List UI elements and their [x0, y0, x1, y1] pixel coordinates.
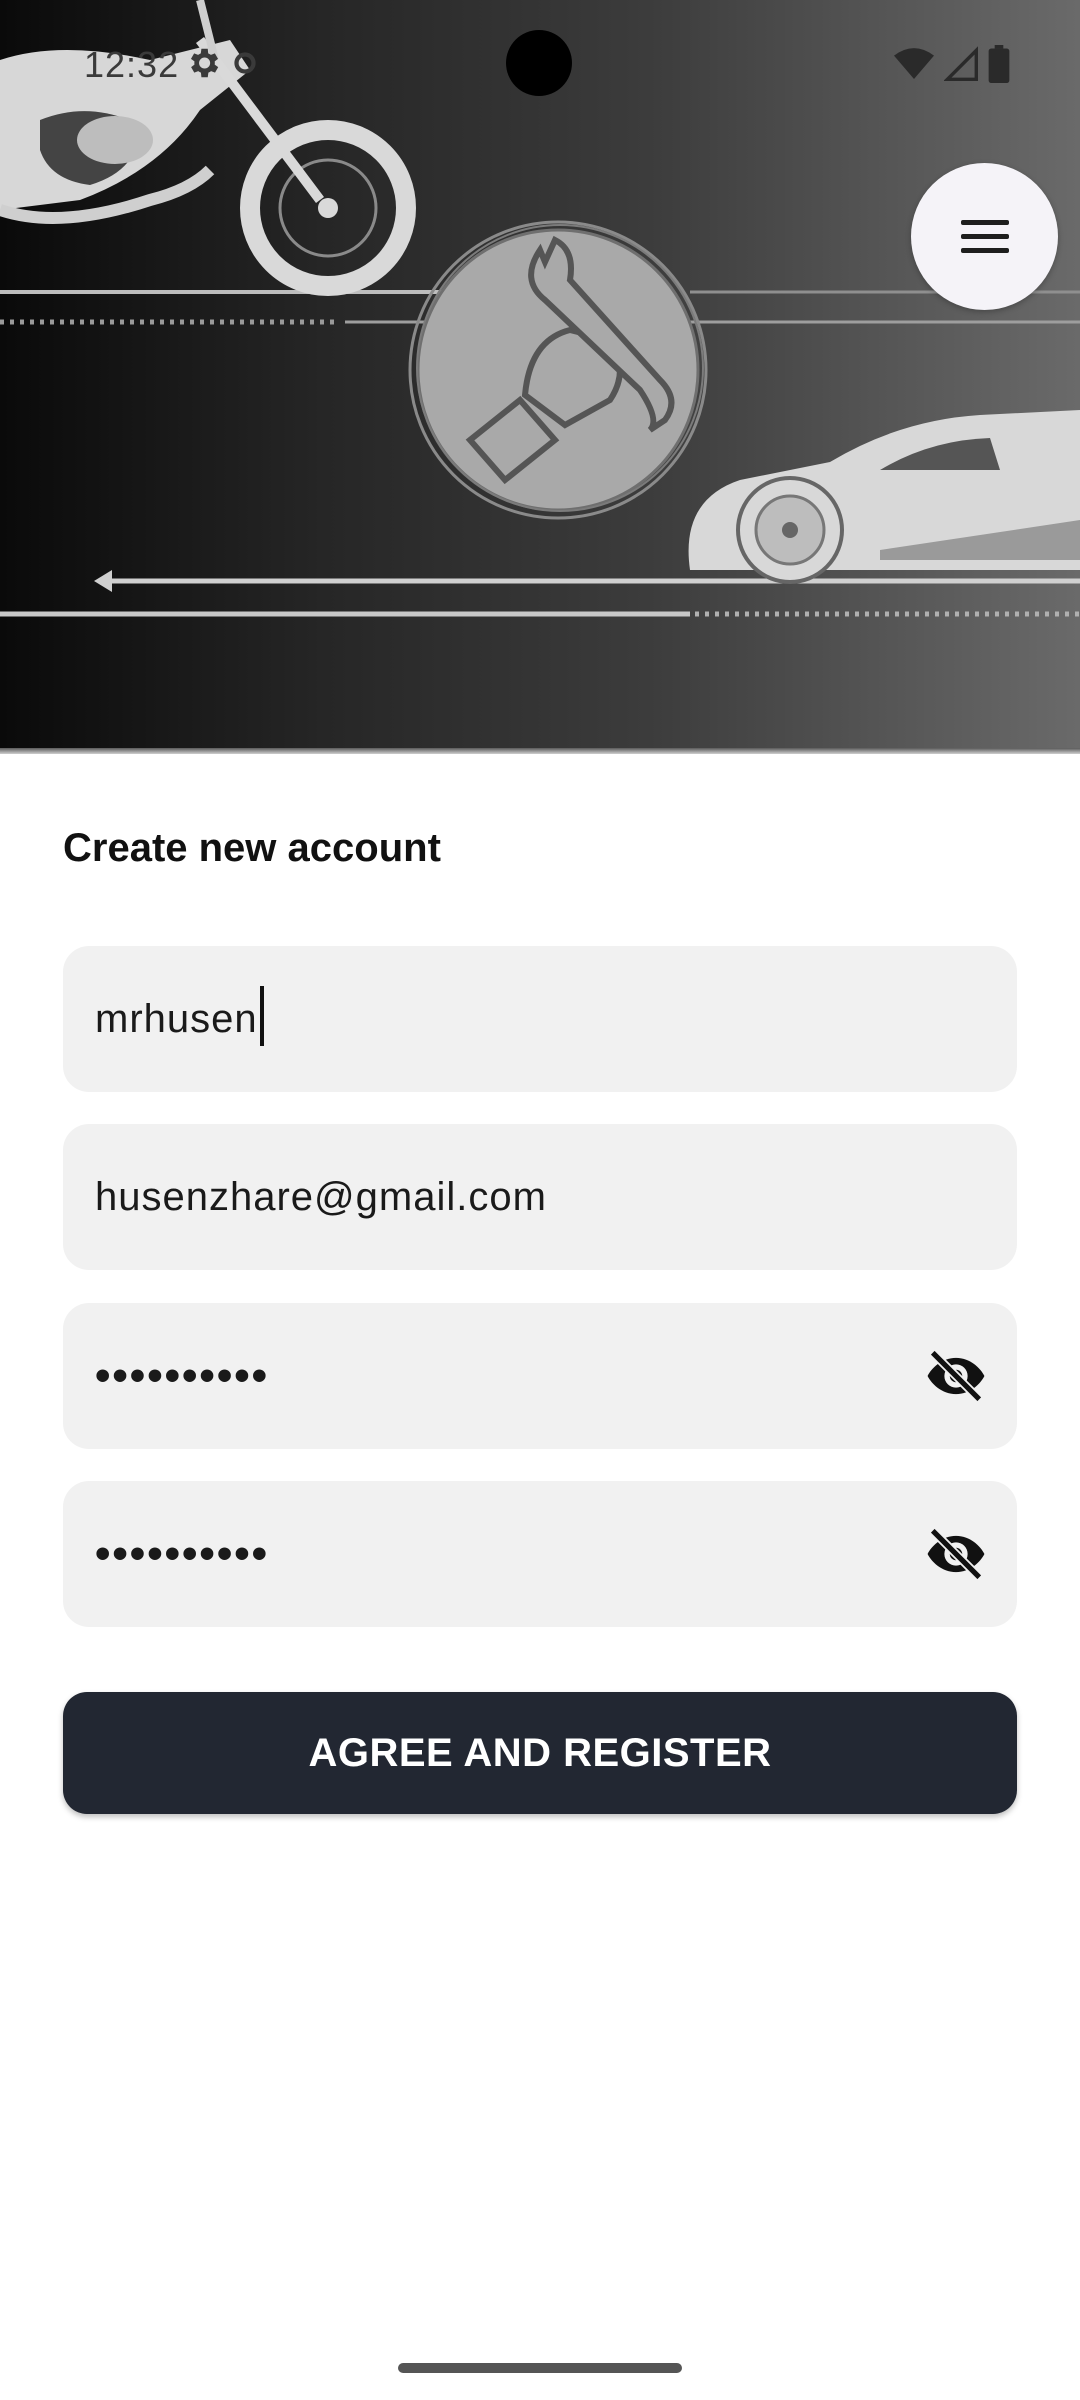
username-field[interactable]: mrhusen: [63, 946, 1017, 1092]
text-cursor: [259, 986, 264, 1046]
confirm-password-value: ••••••••••: [95, 1529, 270, 1578]
sports-car-graphic: [688, 410, 1080, 584]
eye-off-icon: [927, 1349, 985, 1403]
eye-off-icon: [927, 1527, 985, 1581]
confirm-password-field[interactable]: ••••••••••: [63, 1481, 1017, 1627]
wrench-emblem: [408, 220, 708, 520]
page-title: Create new account: [63, 826, 441, 870]
confirm-password-visibility-toggle[interactable]: [923, 1521, 989, 1587]
agree-and-register-button[interactable]: AGREE AND REGISTER: [63, 1692, 1017, 1814]
battery-icon: [988, 45, 1010, 83]
password-field[interactable]: ••••••••••: [63, 1303, 1017, 1449]
username-value: mrhusen: [95, 996, 258, 1041]
password-value: ••••••••••: [95, 1351, 270, 1400]
settings-gear-icon: [190, 48, 219, 78]
cell-signal-icon: [944, 46, 978, 81]
notification-icon: [234, 52, 256, 74]
status-icons: [894, 44, 1010, 84]
email-field[interactable]: husenzhare@gmail.com: [63, 1124, 1017, 1270]
camera-cutout: [506, 30, 572, 96]
home-gesture-bar[interactable]: [398, 2363, 682, 2373]
banner-bottom-edge: [0, 748, 1080, 754]
status-time: 12:32: [84, 44, 180, 85]
register-button-label: AGREE AND REGISTER: [308, 1730, 772, 1775]
email-value: husenzhare@gmail.com: [95, 1174, 547, 1219]
wifi-icon: [894, 48, 934, 79]
password-visibility-toggle[interactable]: [923, 1343, 989, 1409]
status-bar: 12:32: [0, 0, 1080, 128]
hamburger-menu-button[interactable]: [911, 163, 1058, 310]
hamburger-menu-icon: [960, 219, 1009, 254]
